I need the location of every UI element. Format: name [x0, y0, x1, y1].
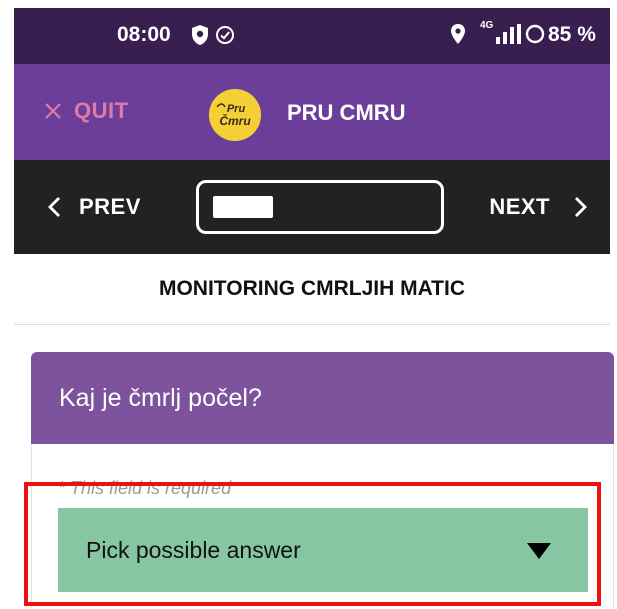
required-note: * This field is required [58, 478, 232, 498]
section-divider [14, 324, 610, 325]
battery-icon [525, 24, 545, 44]
progress-fill [213, 196, 273, 218]
question-title: Kaj je čmrlj počel? [59, 384, 262, 412]
app-title: PRU CMRU [287, 100, 406, 125]
answer-dropdown[interactable]: Pick possible answer [58, 508, 588, 592]
status-bar: 08:00 4G 85 % [14, 8, 610, 64]
chevron-left-icon [48, 197, 60, 217]
shield-icon [192, 25, 208, 45]
app-screen: 08:00 4G 85 % QUIT Pru Čmru PRU CMRU PRE… [0, 0, 617, 609]
close-icon [45, 103, 61, 119]
network-type: 4G [480, 20, 494, 31]
caret-down-icon [527, 543, 551, 559]
nav-bar: PREV NEXT [14, 160, 610, 254]
quit-label: QUIT [74, 98, 129, 123]
progress-bar [196, 180, 444, 234]
prev-label: PREV [79, 194, 141, 219]
chevron-right-icon [575, 197, 587, 217]
prev-button[interactable]: PREV [47, 194, 141, 220]
next-label: NEXT [489, 194, 550, 219]
signal-icon [496, 24, 521, 44]
check-circle-icon [216, 26, 234, 44]
battery-level: 85 % [548, 23, 596, 46]
location-icon [451, 24, 465, 44]
quit-button[interactable]: QUIT [44, 98, 129, 124]
app-logo: Pru Čmru [209, 89, 261, 141]
svg-text:Čmru: Čmru [219, 113, 251, 128]
dropdown-value: Pick possible answer [86, 537, 301, 563]
section-title: MONITORING CMRLJIH MATIC [158, 277, 466, 300]
app-header: QUIT Pru Čmru PRU CMRU [14, 64, 610, 160]
question-header: Kaj je čmrlj počel? [31, 352, 614, 444]
next-button[interactable]: NEXT [489, 194, 588, 220]
status-time: 08:00 [117, 23, 171, 46]
